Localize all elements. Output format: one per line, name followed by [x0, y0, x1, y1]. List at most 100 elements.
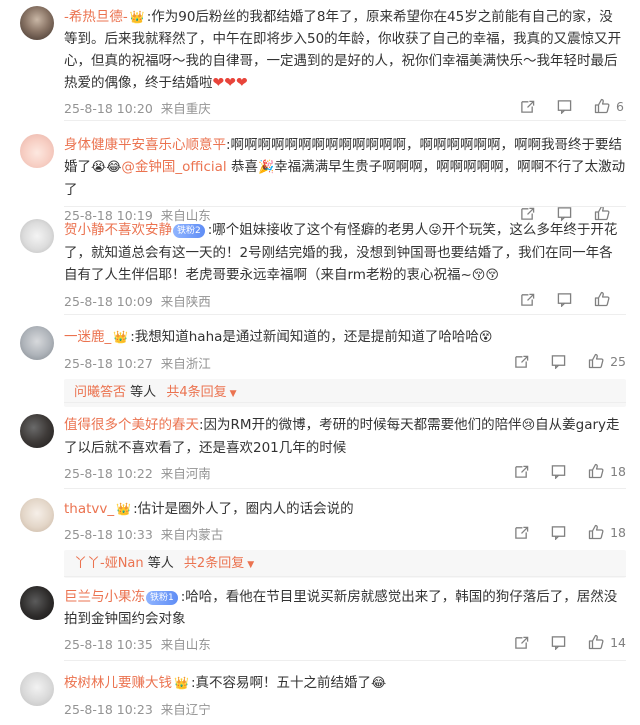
comment-time: 25-8-18 10:09: [64, 294, 153, 309]
comment-location: 来自陕西: [160, 294, 211, 309]
thumb-up-icon: [588, 524, 604, 540]
comment-text: 恭喜: [230, 159, 258, 175]
avatar[interactable]: [20, 498, 54, 532]
like-count: 18: [610, 463, 626, 479]
comment-time: 25-8-18 10:33: [64, 527, 153, 542]
comment-button[interactable]: [551, 354, 566, 369]
comment-time: 25-8-18 10:23: [64, 702, 153, 717]
comment-icon: [551, 525, 566, 540]
username[interactable]: 身体健康平安喜乐心顺意平: [64, 137, 226, 153]
comment-button[interactable]: [551, 464, 566, 479]
comment-time: 25-8-18 10:22: [64, 466, 153, 481]
like-button[interactable]: 18: [588, 463, 626, 479]
reply-summary[interactable]: 丫丫-娅Nan 等人 共2条回复 ▼: [64, 550, 626, 578]
divider: [64, 402, 626, 403]
reply-username[interactable]: 丫丫-娅Nan: [74, 556, 144, 571]
username[interactable]: 桉树林儿要赚大钱: [64, 675, 172, 691]
username[interactable]: thatvv_: [64, 501, 114, 517]
laughing-emoji-icon: 😵: [478, 330, 493, 345]
thumb-up-icon: [594, 98, 610, 114]
share-button[interactable]: [514, 525, 529, 540]
comment-icon: [557, 292, 572, 307]
fan-badge: 铁粉1: [146, 591, 178, 605]
username[interactable]: -希热旦德-: [64, 9, 128, 25]
avatar[interactable]: [20, 326, 54, 360]
comment-time: 25-8-18 10:20: [64, 101, 153, 116]
share-icon: [521, 293, 535, 306]
more-replies-link[interactable]: 共4条回复: [166, 385, 226, 400]
comment-icon: [551, 354, 566, 369]
share-button[interactable]: [520, 99, 535, 114]
comment-button[interactable]: [551, 525, 566, 540]
crown-icon: 👑: [116, 502, 132, 516]
comment-icon: [551, 464, 566, 479]
like-button[interactable]: 25: [588, 353, 626, 369]
like-count: 25: [610, 353, 626, 369]
avatar[interactable]: [20, 6, 54, 40]
comment-text: :作为90后粉丝的我都结婚了8年了，原来希望你在45岁之前能有自己的家，没等到。…: [64, 9, 622, 91]
like-count: 14: [610, 634, 626, 650]
comment-button[interactable]: [557, 292, 572, 307]
like-button[interactable]: 14: [588, 634, 626, 650]
thumb-up-icon: [594, 291, 610, 307]
comment-location: 来自辽宁: [160, 702, 211, 717]
thumb-up-icon: [588, 353, 604, 369]
username[interactable]: 巨兰与小果冻: [64, 589, 145, 605]
username[interactable]: 一迷鹿_: [64, 329, 111, 345]
chevron-down-icon: ▼: [229, 389, 237, 399]
crown-icon: 👑: [129, 10, 145, 24]
share-button[interactable]: [514, 464, 529, 479]
avatar[interactable]: [20, 414, 54, 448]
divider: [64, 314, 626, 315]
crown-icon: 👑: [174, 676, 189, 690]
chevron-down-icon: ▼: [247, 560, 255, 570]
thumb-up-icon: [588, 463, 604, 479]
more-replies-link[interactable]: 共2条回复: [184, 556, 244, 571]
party-popper-icon: 🎉: [257, 160, 275, 175]
reply-text: 等人: [130, 385, 157, 400]
share-icon: [515, 355, 529, 368]
username[interactable]: 值得很多个美好的春天: [64, 417, 199, 433]
cry-emoji-icon: 😢: [521, 418, 536, 433]
comment-text: :估计是圈外人了，圈内人的话会说的: [133, 501, 354, 517]
share-icon: [521, 100, 535, 113]
comment-icon: [551, 635, 566, 650]
share-button[interactable]: [520, 292, 535, 307]
avatar[interactable]: [20, 586, 54, 620]
comment-button[interactable]: [557, 99, 572, 114]
comment-location: 来自河南: [160, 466, 211, 481]
comment-text: :哪个姐妹接收了这个有怪癖的老男人: [207, 222, 429, 238]
share-button[interactable]: [514, 635, 529, 650]
wink-emoji-icon: 😜: [428, 223, 442, 238]
divider: [64, 660, 626, 661]
comment-location: 来自浙江: [160, 356, 211, 371]
share-icon: [515, 636, 529, 649]
fan-badge: 铁粉2: [173, 224, 205, 238]
avatar[interactable]: [20, 134, 54, 168]
comment-button[interactable]: [551, 635, 566, 650]
like-button[interactable]: 18: [588, 524, 626, 540]
share-button[interactable]: [514, 354, 529, 369]
divider: [64, 120, 626, 121]
like-button[interactable]: [594, 291, 626, 307]
comment-location: 来自重庆: [160, 101, 211, 116]
like-count: 18: [610, 524, 626, 540]
comment-location: 来自山东: [160, 637, 211, 652]
avatar[interactable]: [20, 672, 54, 706]
reply-text: 等人: [147, 556, 174, 571]
mention-link[interactable]: @金钟国_official: [121, 159, 226, 175]
like-button[interactable]: 6: [594, 98, 626, 114]
comment-time: 25-8-18 10:27: [64, 356, 153, 371]
divider: [64, 206, 626, 207]
divider: [64, 576, 626, 577]
laughing-emoji-icon: 😂: [371, 676, 387, 691]
username[interactable]: 贺小静不喜欢安静: [64, 222, 172, 238]
kiss-emoji-icon: 😚😚: [471, 268, 499, 283]
crown-icon: 👑: [113, 330, 129, 344]
reply-username[interactable]: 问曦答否: [74, 385, 126, 400]
crying-emoji-icon: 😭😂: [91, 160, 122, 175]
avatar[interactable]: [20, 219, 54, 253]
like-count: 6: [616, 98, 624, 114]
comment-text: :真不容易啊！五十之前结婚了: [190, 675, 372, 691]
comment-location: 来自内蒙古: [160, 527, 224, 542]
